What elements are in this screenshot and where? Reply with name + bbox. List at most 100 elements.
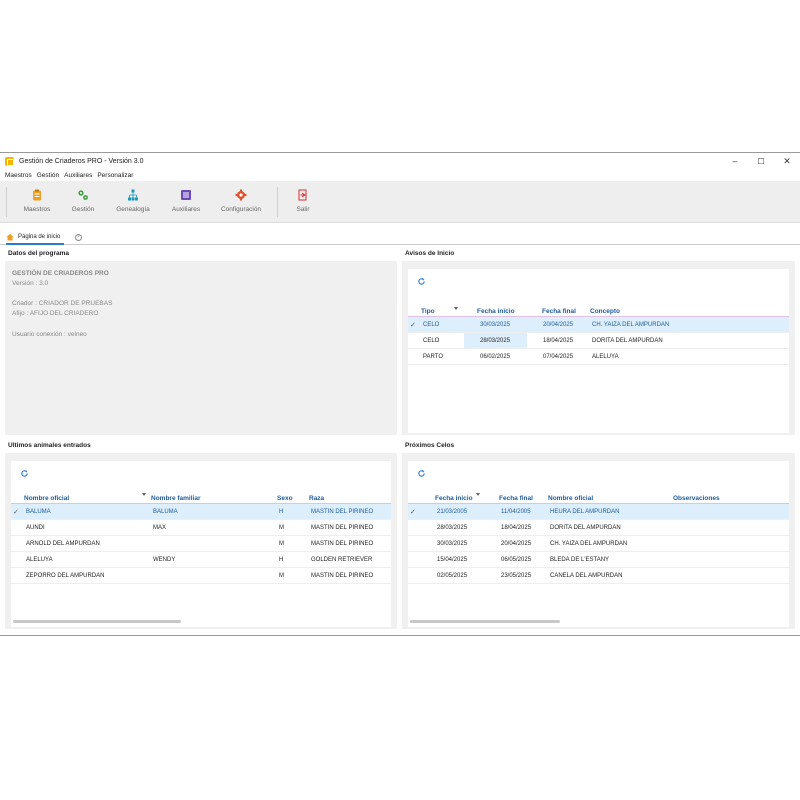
cell-fecha-inicio: 28/03/2025 [480, 338, 511, 344]
avisos-grid: Tipo Fecha inicio Fecha final Concepto ✓… [408, 269, 789, 433]
genealogia-label: Genealogía [116, 206, 150, 213]
proximos-section-title: Próximos Celos [405, 442, 455, 449]
auxiliares-label: Auxiliares [171, 206, 201, 213]
cell-tipo: PARTO [423, 354, 444, 360]
family-tree-icon [128, 189, 138, 201]
col-concepto[interactable]: Concepto [590, 308, 620, 315]
minimize-button[interactable]: – [722, 153, 748, 169]
clipboard-icon [33, 189, 41, 201]
menu-personalizar[interactable]: Personalizar [97, 172, 133, 179]
gestion-button[interactable]: Gestión [68, 189, 98, 217]
window-controls: – ☐ ✕ [722, 153, 800, 169]
col-tipo[interactable]: Tipo [421, 308, 435, 315]
maestros-button[interactable]: Maestros [22, 189, 52, 217]
criador-text: Criador : CRIADOR DE PRUEBAS [12, 300, 113, 307]
proximos-panel: Fecha inicio Fecha final Nombre oficial … [402, 453, 795, 629]
col-fecha-inicio[interactable]: Fecha inicio [477, 308, 515, 315]
salir-button[interactable]: Salir [290, 189, 316, 217]
avisos-header-row: Tipo Fecha inicio Fecha final Concepto [408, 305, 789, 317]
menu-auxiliares[interactable]: Auxiliares [64, 172, 92, 179]
col-sexo[interactable]: Sexo [277, 495, 293, 502]
table-row[interactable]: CELO 28/03/2025 18/04/2025 DORITA DEL AM… [408, 333, 789, 349]
cell-nombre-oficial: CANELA DEL AMPURDAN [550, 573, 623, 579]
home-icon [6, 233, 14, 241]
cell-nombre-oficial: BLEDA DE L'ESTANY [550, 557, 610, 563]
gear-icon [235, 189, 247, 201]
configuracion-label: Configuración [220, 206, 262, 213]
col-fecha-final[interactable]: Fecha final [542, 308, 576, 315]
menu-gestion[interactable]: Gestión [37, 172, 59, 179]
col-observaciones[interactable]: Observaciones [673, 495, 720, 502]
cell-sexo: H [279, 557, 284, 563]
col-fecha-inicio[interactable]: Fecha inicio [435, 495, 473, 502]
sort-desc-icon [454, 307, 458, 310]
title-bar[interactable]: Gestión de Criaderos PRO - Versión 3.0 –… [0, 153, 800, 169]
cell-fecha-final: 20/04/2025 [501, 541, 532, 547]
program-version: Versión : 3.0 [12, 280, 49, 287]
window-title: Gestión de Criaderos PRO - Versión 3.0 [19, 157, 144, 165]
configuracion-button[interactable]: Configuración [220, 189, 262, 217]
cell-nombre-familiar: WENDY [153, 557, 176, 563]
cell-fecha-final: 18/04/2025 [501, 525, 532, 531]
ribbon-separator [277, 187, 278, 217]
cell-raza: MASTIN DEL PIRINEO [311, 509, 374, 515]
table-row[interactable]: PARTO 06/02/2025 07/04/2025 ALELUYA [408, 349, 789, 365]
col-nombre-oficial[interactable]: Nombre oficial [24, 495, 69, 502]
maestros-label: Maestros [23, 206, 51, 213]
table-row[interactable]: ZEPORRO DEL AMPURDAN M MASTIN DEL PIRINE… [11, 568, 391, 584]
cell-fecha-final: 07/04/2025 [543, 354, 574, 360]
cell-nombre-oficial: ZEPORRO DEL AMPURDAN [26, 573, 105, 579]
table-row[interactable]: 15/04/2025 06/05/2025 BLEDA DE L'ESTANY [408, 552, 789, 568]
cell-tipo: CELO [423, 322, 440, 328]
cell-nombre-oficial: BALUMA [26, 509, 51, 515]
col-nombre-familiar[interactable]: Nombre familiar [151, 495, 201, 502]
exit-icon [298, 189, 307, 201]
col-raza[interactable]: Raza [309, 495, 324, 502]
refresh-icon[interactable] [417, 469, 426, 478]
cell-fecha-inicio: 15/04/2025 [437, 557, 468, 563]
proximos-header-row: Fecha inicio Fecha final Nombre oficial … [408, 492, 789, 504]
close-button[interactable]: ✕ [774, 153, 800, 169]
sort-desc-icon [142, 493, 146, 496]
table-row[interactable]: AUNDI MAX M MASTIN DEL PIRINEO [11, 520, 391, 536]
table-row[interactable]: 02/05/2025 23/05/2025 CANELA DEL AMPURDA… [408, 568, 789, 584]
maximize-button[interactable]: ☐ [748, 153, 774, 169]
horizontal-scrollbar[interactable] [13, 620, 181, 623]
cell-nombre-oficial: ARNOLD DEL AMPURDAN [26, 541, 100, 547]
gestion-label: Gestión [71, 206, 95, 213]
ribbon-toolbar: Maestros Gestión Genealogía Auxiliares C… [0, 181, 800, 223]
horizontal-scrollbar[interactable] [410, 620, 560, 623]
program-name: GESTIÓN DE CRIADEROS PRO [12, 270, 109, 277]
refresh-icon[interactable] [20, 469, 29, 478]
col-nombre-oficial[interactable]: Nombre oficial [548, 495, 593, 502]
table-row[interactable]: 28/03/2025 18/04/2025 DORITA DEL AMPURDA… [408, 520, 789, 536]
table-row[interactable]: ALELUYA WENDY H GOLDEN RETRIEVER [11, 552, 391, 568]
genealogia-button[interactable]: Genealogía [115, 189, 151, 217]
refresh-icon[interactable] [417, 277, 426, 286]
current-row-check-icon: ✓ [410, 322, 416, 329]
cell-nombre-oficial: AUNDI [26, 525, 45, 531]
list-icon [181, 190, 191, 200]
cell-concepto: DORITA DEL AMPURDAN [592, 338, 663, 344]
cell-nombre-familiar: BALUMA [153, 509, 178, 515]
menu-maestros[interactable]: Maestros [5, 172, 32, 179]
tab-close-icon[interactable]: × [75, 234, 82, 241]
salir-label: Salir [296, 206, 310, 213]
table-row[interactable]: ✓ BALUMA BALUMA H MASTIN DEL PIRINEO [11, 504, 391, 520]
auxiliares-button[interactable]: Auxiliares [170, 189, 202, 217]
cell-sexo: M [279, 573, 284, 579]
table-row[interactable]: ARNOLD DEL AMPURDAN M MASTIN DEL PIRINEO [11, 536, 391, 552]
cell-raza: MASTIN DEL PIRINEO [311, 541, 374, 547]
gears-icon [78, 190, 88, 200]
col-fecha-final[interactable]: Fecha final [499, 495, 533, 502]
table-row[interactable]: ✓ 21/03/2005 11/04/2005 HEURA DEL AMPURD… [408, 504, 789, 520]
usuario-text: Usuario conexión : velneo [12, 331, 87, 338]
table-row[interactable]: 30/03/2025 20/04/2025 CH. YAIZA DEL AMPU… [408, 536, 789, 552]
cell-nombre-oficial: ALELUYA [26, 557, 53, 563]
cell-sexo: H [279, 509, 284, 515]
menu-bar: Maestros Gestión Auxiliares Personalizar [0, 170, 133, 181]
tab-pagina-inicio[interactable]: Página de inicio [6, 231, 65, 245]
table-row[interactable]: ✓ CELO 30/03/2025 20/04/2025 CH. YAIZA D… [408, 317, 789, 333]
cell-fecha-inicio: 30/03/2025 [480, 322, 511, 328]
datos-section-title: Datos del programa [8, 250, 70, 257]
